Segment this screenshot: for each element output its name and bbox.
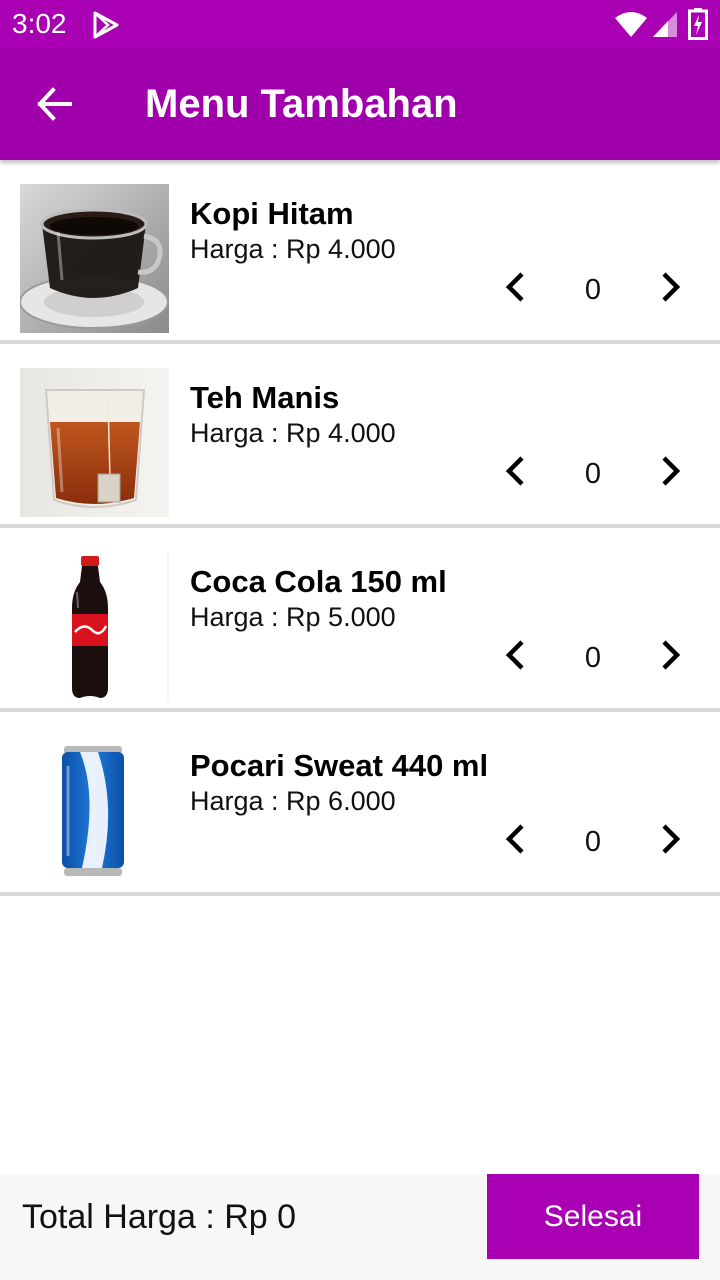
- bottom-bar: Total Harga : Rp 0 Selesai: [0, 1174, 720, 1280]
- quantity-value: 0: [584, 826, 602, 858]
- item-price: Harga : Rp 5.000: [190, 602, 396, 632]
- page-title: Menu Tambahan: [145, 82, 458, 126]
- chevron-left-icon[interactable]: [496, 819, 536, 859]
- list-item: Teh Manis Harga : Rp 4.000 0: [0, 344, 720, 528]
- chevron-right-icon[interactable]: [650, 819, 690, 859]
- done-button[interactable]: Selesai: [487, 1174, 699, 1259]
- item-name: Coca Cola 150 ml: [190, 564, 447, 599]
- list-item: Coca Cola 150 ml Harga : Rp 5.000 0: [0, 528, 720, 712]
- item-name: Kopi Hitam: [190, 196, 354, 231]
- status-bar: 3:02: [0, 0, 720, 48]
- item-name: Teh Manis: [190, 380, 340, 415]
- item-price: Harga : Rp 4.000: [190, 234, 396, 264]
- app-bar: Menu Tambahan: [0, 48, 720, 160]
- list-item: Pocari Sweat 440 ml Harga : Rp 6.000 0: [0, 712, 720, 896]
- chevron-left-icon[interactable]: [496, 635, 536, 675]
- item-price: Harga : Rp 4.000: [190, 418, 396, 448]
- total-price: Total Harga : Rp 0: [22, 1198, 297, 1236]
- screen: 3:02 Menu Tambahan Kopi Hitam Harga: Rp…: [0, 0, 720, 1280]
- list-item: Kopi Hitam Harga : Rp 4.000 0: [0, 160, 720, 344]
- quantity-value: 0: [584, 274, 602, 306]
- quantity-value: 0: [584, 458, 602, 490]
- play-store-icon: [93, 11, 119, 39]
- battery-icon: [688, 8, 708, 40]
- item-name: Pocari Sweat 440 ml: [190, 748, 489, 783]
- chevron-right-icon[interactable]: [650, 267, 690, 307]
- signal-icon: [653, 12, 677, 37]
- arrow-left-icon[interactable]: [34, 84, 76, 124]
- pocari-sweat-image: [20, 736, 169, 885]
- chevron-right-icon[interactable]: [650, 635, 690, 675]
- status-time: 3:02: [12, 8, 67, 39]
- chevron-right-icon[interactable]: [650, 451, 690, 491]
- item-price: Harga : Rp 6.000: [190, 786, 396, 816]
- menu-list: Kopi Hitam Harga : Rp 4.000 0 Teh Manis …: [0, 160, 720, 896]
- quantity-value: 0: [584, 642, 602, 674]
- chevron-left-icon[interactable]: [496, 451, 536, 491]
- black-coffee-image: [20, 184, 169, 333]
- chevron-left-icon[interactable]: [496, 267, 536, 307]
- sweet-tea-image: [20, 368, 169, 517]
- wifi-icon: [615, 12, 647, 37]
- coca-cola-image: [20, 552, 169, 701]
